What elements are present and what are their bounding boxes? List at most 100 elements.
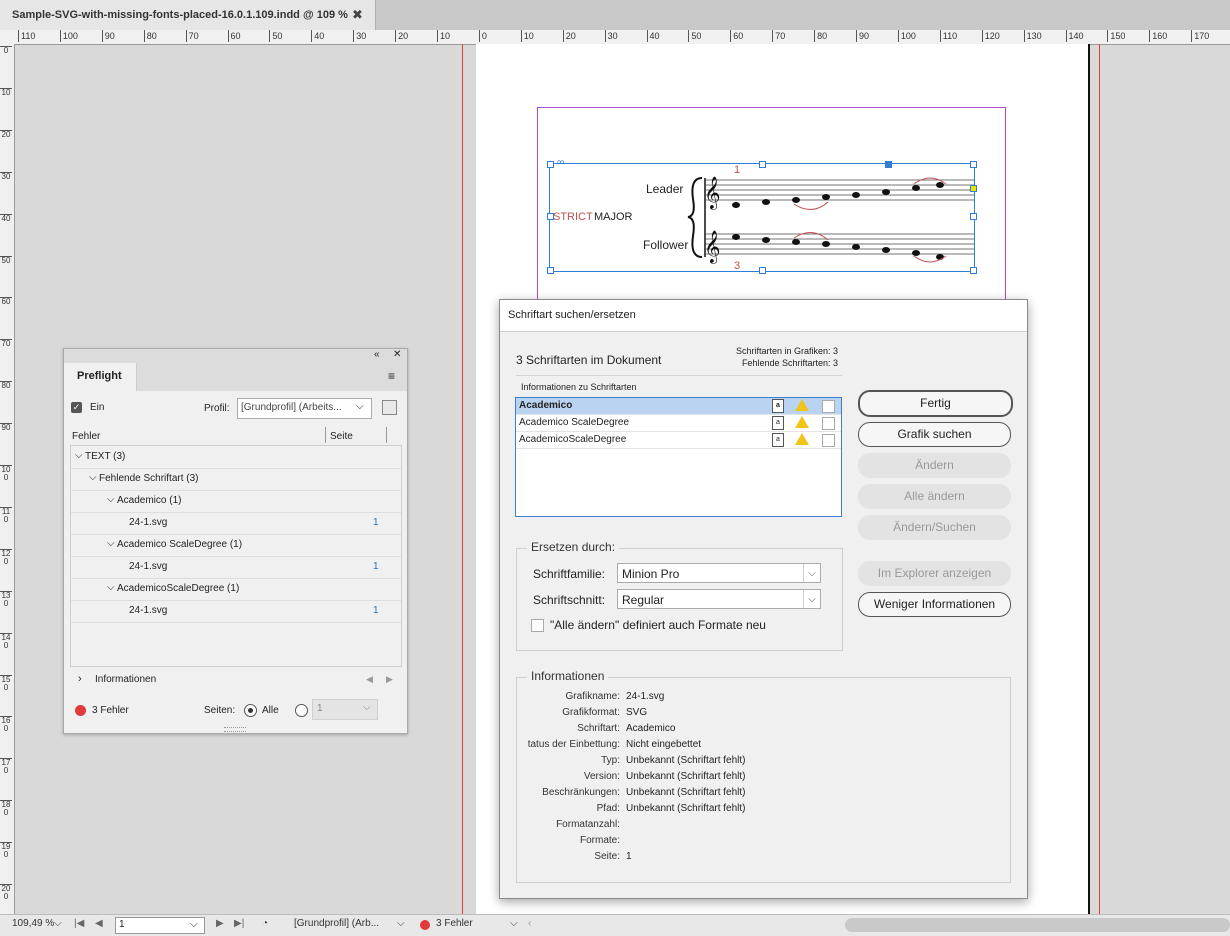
panel-menu-icon[interactable]: ≡ <box>388 369 395 383</box>
font-list[interactable]: Academico a Academico ScaleDegree a Acad… <box>515 397 842 517</box>
font-checkbox[interactable] <box>822 434 835 447</box>
ruler-tick-label: 80 <box>814 30 827 42</box>
all-pages-radio[interactable] <box>244 704 257 717</box>
chevron-down-icon[interactable]: ⌵ <box>397 918 405 929</box>
dialog-titlebar[interactable]: Schriftart suchen/ersetzen <box>500 300 1027 332</box>
vertical-ruler[interactable]: 0 10 20 30 40 50 60 70 80 90 100 110 120 130 140 150 160… <box>0 44 15 914</box>
preflight-tree-row[interactable]: ⌵ Fehlende Schriftart (3) <box>71 468 401 491</box>
selection-handle[interactable] <box>970 267 977 274</box>
preflight-page-link[interactable]: 1 <box>373 600 379 622</box>
page-number-value: 1 <box>119 919 125 930</box>
profile-definition-icon[interactable] <box>382 400 397 415</box>
status-bar: 109,49 % ⌵ |◀ ◀ 1 ⌵ ▶ ▶| ◔ [Grundprofil]… <box>0 914 1230 936</box>
page-range-radio[interactable] <box>295 704 308 717</box>
done-button[interactable]: Fertig <box>858 390 1013 417</box>
warning-icon <box>795 399 809 411</box>
content-grabber-handle[interactable] <box>885 161 892 168</box>
page-range-input[interactable]: 1 ⌵ <box>312 699 378 720</box>
expand-arrow-icon[interactable]: ⌵ <box>89 467 97 489</box>
selection-handle[interactable] <box>759 267 766 274</box>
less-info-button[interactable]: Weniger Informationen <box>858 592 1011 617</box>
info-label: Beschränkungen: <box>542 787 620 798</box>
collapse-icon[interactable]: « <box>374 349 380 360</box>
column-header-error[interactable]: Fehler <box>72 431 100 442</box>
selection-handle[interactable] <box>547 267 554 274</box>
selection-handle[interactable] <box>547 161 554 168</box>
tab-preflight[interactable]: Preflight <box>64 363 137 391</box>
font-list-item[interactable]: Academico ScaleDegree a <box>516 415 841 432</box>
horizontal-ruler[interactable]: 110 100 90 80 70 60 50 40 30 20 10 0 10 20 30 40 50 60 70 8… <box>14 30 1230 45</box>
document-tab[interactable]: Sample-SVG-with-missing-fonts-placed-16.… <box>0 0 376 30</box>
ruler-tick-label: 60 <box>0 297 12 307</box>
zoom-level[interactable]: 109,49 % <box>12 918 54 929</box>
page-number-input[interactable]: 1 ⌵ <box>115 917 205 934</box>
preflight-tree-row[interactable]: 24-1.svg 1 <box>71 556 401 579</box>
out-port-handle[interactable] <box>970 185 977 192</box>
change-find-button[interactable]: Ändern/Suchen <box>858 515 1011 540</box>
next-icon[interactable]: ▶ <box>386 674 393 685</box>
bleed-guide-left <box>462 44 463 914</box>
ruler-tick-label: 40 <box>646 30 660 42</box>
last-page-icon[interactable]: ▶| <box>234 918 244 929</box>
scroll-left-icon[interactable]: ‹ <box>528 918 531 929</box>
redefine-styles-checkbox[interactable] <box>531 619 544 632</box>
ruler-tick-label: 170 <box>1191 30 1209 42</box>
previous-page-icon[interactable]: ◀ <box>95 918 103 929</box>
ruler-tick-label: 50 <box>269 30 282 42</box>
font-name: Academico <box>519 400 573 411</box>
preflight-page-link[interactable]: 1 <box>373 556 379 578</box>
ruler-tick-label: 20 <box>395 30 408 42</box>
close-icon[interactable]: ✖ <box>352 7 363 23</box>
find-graphic-button[interactable]: Grafik suchen <box>858 422 1011 447</box>
ruler-tick-label: 10 <box>437 30 450 42</box>
expand-arrow-icon[interactable]: ⌵ <box>107 489 115 511</box>
info-value: Nicht eingebettet <box>626 739 702 750</box>
change-button[interactable]: Ändern <box>858 453 1011 478</box>
column-divider[interactable] <box>325 427 326 443</box>
selected-graphic[interactable]: 𝄞 𝄞 Leader Follower STRICT MAJOR 1 3 ∞ <box>547 157 977 274</box>
error-status-icon <box>75 705 86 716</box>
ruler-tick-label: 60 <box>227 30 241 42</box>
on-checkbox[interactable]: ✓ <box>71 402 82 413</box>
selection-handle[interactable] <box>547 213 554 220</box>
info-label: tatus der Einbettung: <box>527 739 620 750</box>
chevron-right-icon[interactable]: › <box>78 673 82 685</box>
next-page-icon[interactable]: ▶ <box>216 918 224 929</box>
preflight-tree-row[interactable]: ⌵ AcademicoScaleDegree (1) <box>71 578 401 601</box>
preflight-page-link[interactable]: 1 <box>373 512 379 534</box>
ruler-tick-label: 130 <box>0 590 12 608</box>
profile-select[interactable]: [Grundprofil] (Arbeits... ⌵ <box>237 398 372 419</box>
column-header-page[interactable]: Seite <box>330 431 353 442</box>
preflight-tree-row[interactable]: ⌵ Academico ScaleDegree (1) <box>71 534 401 557</box>
expand-arrow-icon[interactable]: ⌵ <box>107 533 115 555</box>
selection-handle[interactable] <box>759 161 766 168</box>
font-style-select[interactable]: Regular ⌵ <box>617 589 821 609</box>
font-checkbox[interactable] <box>822 417 835 430</box>
reveal-in-explorer-button[interactable]: Im Explorer anzeigen <box>858 561 1011 586</box>
expand-arrow-icon[interactable]: ⌵ <box>107 577 115 599</box>
preflight-icon[interactable]: ◔ <box>262 918 268 929</box>
font-checkbox[interactable] <box>822 400 835 413</box>
preflight-tree-row[interactable]: 24-1.svg 1 <box>71 512 401 535</box>
resize-grip[interactable] <box>224 727 246 732</box>
font-family-select[interactable]: Minion Pro ⌵ <box>617 563 821 583</box>
preflight-tree-row[interactable]: 24-1.svg 1 <box>71 600 401 623</box>
preflight-tree-row[interactable]: ⌵ Academico (1) <box>71 490 401 513</box>
close-icon[interactable]: ✕ <box>393 349 401 360</box>
selection-handle[interactable] <box>970 213 977 220</box>
chevron-down-icon[interactable]: ⌵ <box>510 918 518 929</box>
info-value: Unbekannt (Schriftart fehlt) <box>626 787 746 798</box>
first-page-icon[interactable]: |◀ <box>74 918 84 929</box>
horizontal-scrollbar[interactable] <box>845 918 1230 932</box>
status-errors[interactable]: 3 Fehler <box>436 918 473 929</box>
info-section-label[interactable]: Informationen <box>95 674 156 685</box>
change-all-button[interactable]: Alle ändern <box>858 484 1011 509</box>
selection-handle[interactable] <box>970 161 977 168</box>
prev-icon[interactable]: ◀ <box>366 674 373 685</box>
chevron-down-icon[interactable]: ⌵ <box>54 918 62 929</box>
font-list-item[interactable]: AcademicoScaleDegree a <box>516 432 841 449</box>
expand-arrow-icon[interactable]: ⌵ <box>75 445 83 467</box>
status-profile[interactable]: [Grundprofil] (Arb... <box>294 918 379 929</box>
font-list-item[interactable]: Academico a <box>516 398 841 415</box>
preflight-tree-row[interactable]: ⌵ TEXT (3) <box>71 446 401 469</box>
